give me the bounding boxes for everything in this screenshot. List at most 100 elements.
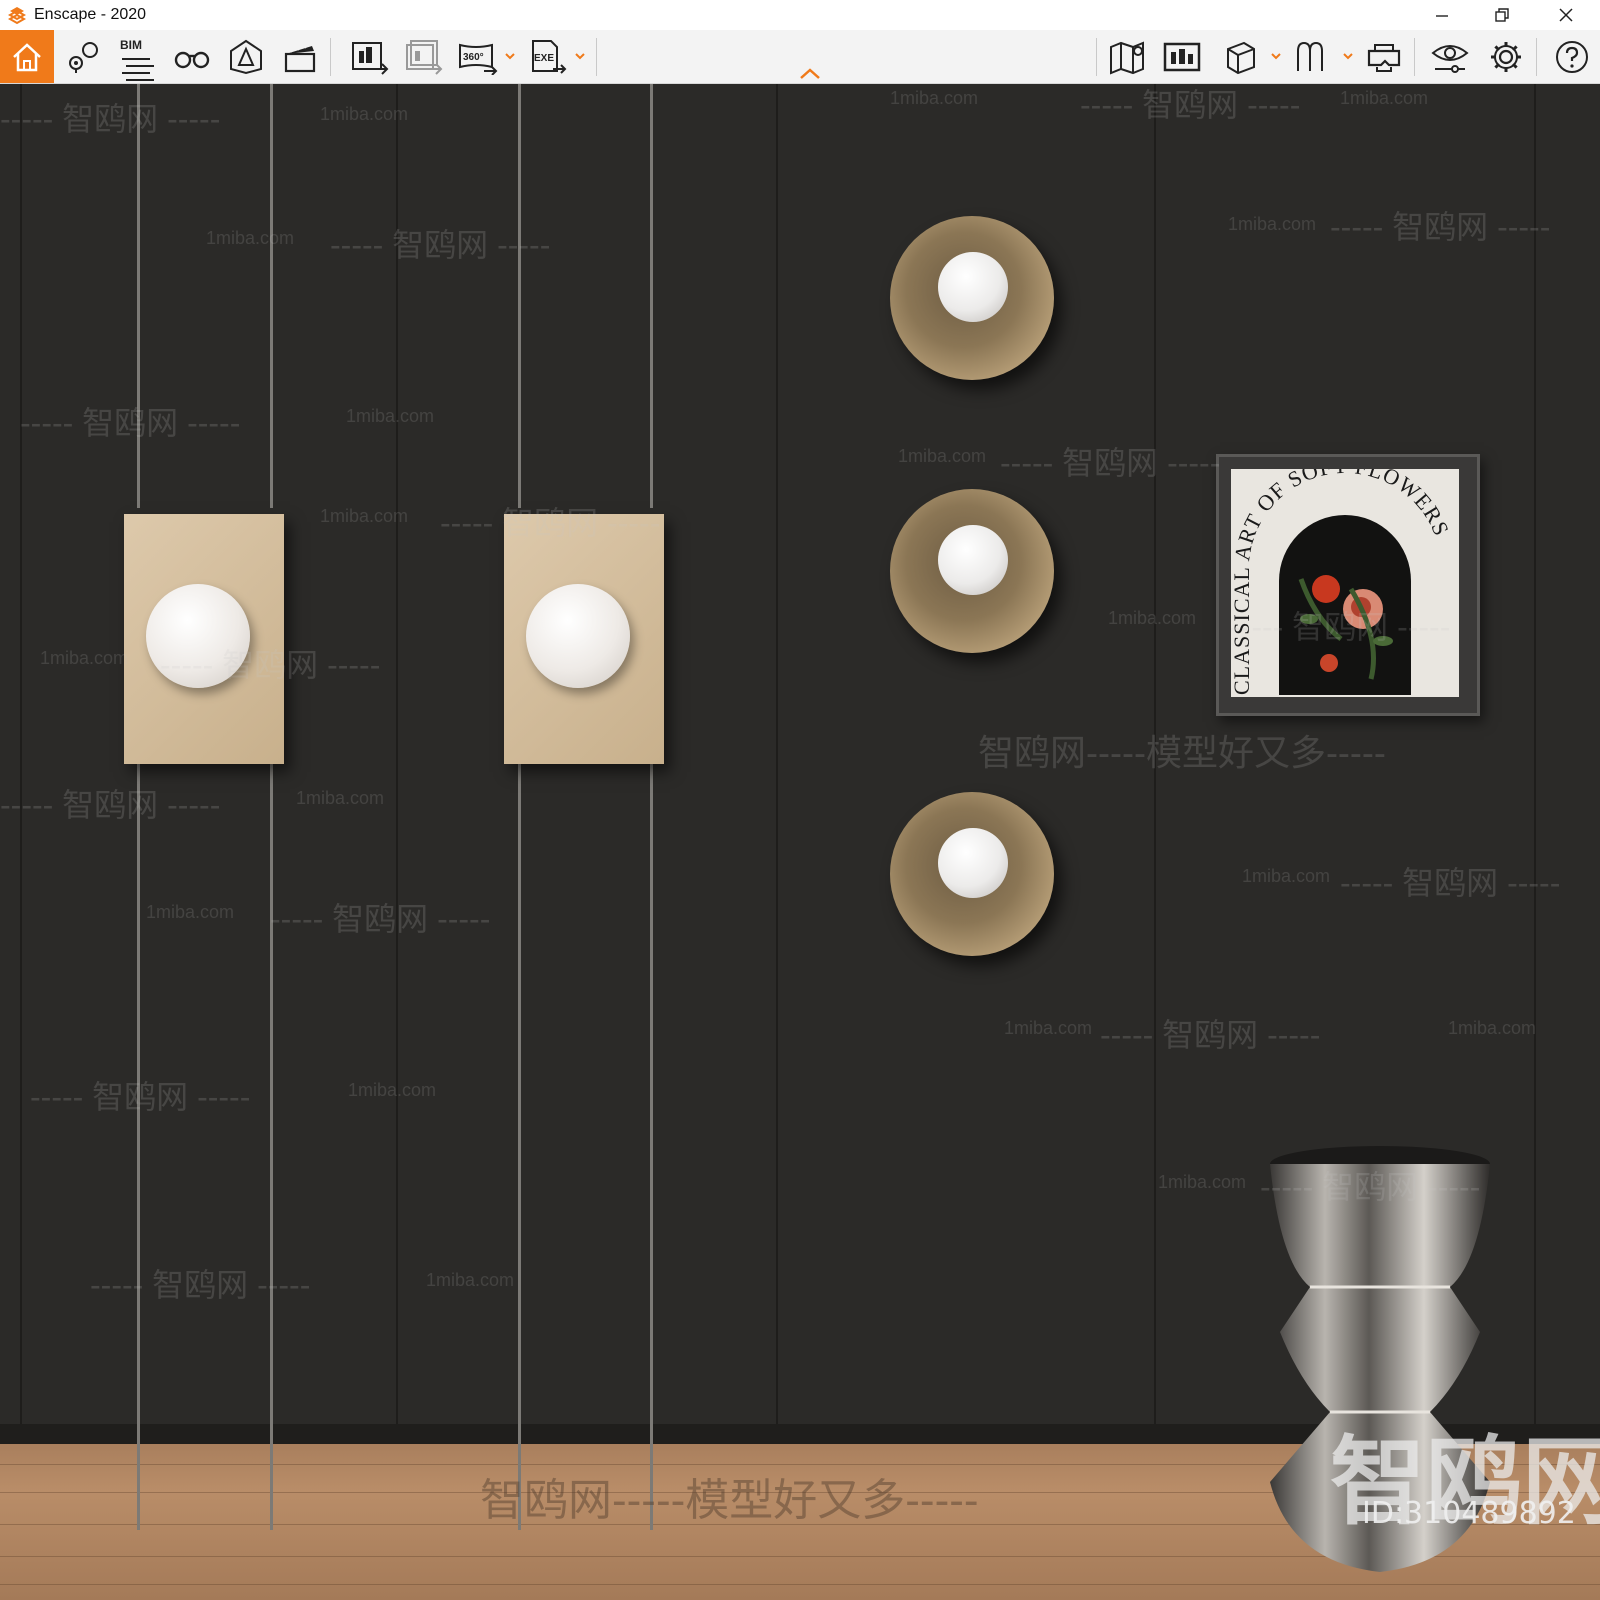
- views-button[interactable]: [62, 30, 106, 83]
- suspension-wire: [518, 764, 521, 1530]
- location-pin-icon: [69, 41, 98, 73]
- minimize-icon: [1436, 15, 1448, 17]
- chevron-down-icon[interactable]: [1270, 50, 1282, 62]
- watermark: ----- 智鸥网 -----: [330, 227, 551, 263]
- help-icon: [1556, 40, 1588, 73]
- batch-render-button[interactable]: [402, 30, 446, 83]
- vr-headset-button[interactable]: [1362, 30, 1406, 83]
- light-view-icon: [230, 39, 262, 74]
- spline-icon: [1297, 41, 1323, 71]
- watermark: ----- 智鸥网 -----: [1260, 1169, 1481, 1205]
- render-viewport[interactable]: CLASSICAL ART OF SOFT FLOWERS ----- 智鸥网 …: [0, 84, 1600, 1600]
- wall-lamp-plate: [124, 514, 284, 764]
- watermark: 1miba.com: [426, 1270, 515, 1290]
- help-button[interactable]: [1550, 30, 1594, 83]
- lamp-globe: [526, 584, 630, 688]
- batch-render-icon: [406, 39, 443, 75]
- binoculars-icon: [174, 51, 210, 68]
- watermark: ----- 智鸥网 -----: [1330, 209, 1551, 245]
- close-icon: [1559, 8, 1573, 22]
- watermark: ----- 智鸥网 -----: [0, 101, 221, 137]
- watermark: ----- 智鸥网 -----: [1100, 1017, 1321, 1053]
- screenshot-gallery-icon: [1163, 42, 1201, 71]
- enscape-logo-icon: [7, 7, 27, 25]
- close-button[interactable]: [1536, 0, 1596, 30]
- toolbar-separator: [1536, 38, 1537, 76]
- panorama-label: 360°: [463, 52, 484, 63]
- watermark: 1miba.com: [898, 446, 987, 466]
- toolbar-separator: [330, 38, 331, 76]
- settings-button[interactable]: [1484, 30, 1528, 83]
- bim-label: BIM: [120, 38, 142, 52]
- gear-icon: [1491, 41, 1521, 72]
- watermark: ----- 智鸥网 -----: [1230, 609, 1451, 645]
- watermark: ----- 智鸥网 -----: [1080, 87, 1301, 123]
- enscape-toolbar: BIM 360° EXE: [0, 30, 1600, 84]
- watermark: ----- 智鸥网 -----: [1340, 865, 1561, 901]
- walk-mode-button[interactable]: [170, 30, 214, 83]
- suspension-wire: [650, 84, 653, 508]
- screenshot-gallery-button[interactable]: [1160, 30, 1204, 83]
- watermark: 1miba.com: [346, 406, 435, 426]
- lamp-globe: [938, 828, 1008, 898]
- round-wall-lamp: [890, 489, 1054, 653]
- exe-label: EXE: [534, 53, 554, 64]
- eye-settings-icon: [1431, 44, 1469, 73]
- watermark: ----- 智鸥网 -----: [30, 1079, 251, 1115]
- export-exe-button[interactable]: EXE: [526, 30, 570, 83]
- map-icon: [1110, 41, 1144, 74]
- watermark: 1miba.com: [40, 648, 129, 668]
- chevron-down-icon[interactable]: [1342, 50, 1354, 62]
- chevron-down-icon[interactable]: [574, 50, 586, 62]
- export-exe-icon: EXE: [532, 39, 567, 74]
- suspension-wire: [518, 84, 521, 508]
- watermark: 1miba.com: [146, 902, 235, 922]
- watermark: 1miba.com: [1108, 608, 1197, 628]
- home-icon: [13, 42, 41, 71]
- suspension-wire: [650, 764, 653, 1530]
- watermark: 1miba.com: [890, 88, 979, 108]
- watermark: 1miba.com: [1340, 88, 1429, 108]
- suspension-wire: [137, 84, 140, 508]
- watermark: 1miba.com: [296, 788, 385, 808]
- wall-lamp-plate: [504, 514, 664, 764]
- suspension-wire: [270, 764, 273, 1530]
- watermark: 1miba.com: [1158, 1172, 1247, 1192]
- minimize-button[interactable]: [1412, 0, 1472, 30]
- watermark: 1miba.com: [320, 104, 409, 124]
- render-image-icon: [352, 41, 389, 75]
- lamp-globe: [938, 525, 1008, 595]
- watermark: 1miba.com: [1242, 866, 1331, 886]
- suspension-wire: [137, 764, 140, 1530]
- toolbar-separator: [1096, 38, 1097, 76]
- restore-icon: [1495, 8, 1509, 22]
- watermark: 1miba.com: [1228, 214, 1317, 234]
- asset-library-button[interactable]: [1218, 30, 1262, 83]
- bim-button[interactable]: BIM: [116, 30, 160, 83]
- panorama-360-icon: 360°: [459, 43, 498, 75]
- visual-settings-button[interactable]: [1428, 30, 1472, 83]
- chevron-up-icon[interactable]: [798, 66, 822, 80]
- map-button[interactable]: [1106, 30, 1150, 83]
- panorama-button[interactable]: 360°: [456, 30, 500, 83]
- home-button[interactable]: [0, 30, 54, 83]
- watermark: ----- 智鸥网 -----: [0, 787, 221, 823]
- wall-panel-joint: [396, 84, 398, 1444]
- watermark: ----- 智鸥网 -----: [1000, 445, 1221, 481]
- round-wall-lamp: [890, 216, 1054, 380]
- watermark: ----- 智鸥网 -----: [90, 1267, 311, 1303]
- restore-button[interactable]: [1472, 0, 1532, 30]
- video-editor-button[interactable]: [278, 30, 322, 83]
- window-title: Enscape - 2020: [34, 6, 147, 23]
- light-view-button[interactable]: [224, 30, 268, 83]
- toolbar-separator: [596, 38, 597, 76]
- watermark: 1miba.com: [1004, 1018, 1093, 1038]
- poster: CLASSICAL ART OF SOFT FLOWERS: [1231, 469, 1459, 697]
- render-image-button[interactable]: [348, 30, 392, 83]
- spline-button[interactable]: [1290, 30, 1334, 83]
- watermark-slogan: 智鸥网-----模型好又多-----: [480, 1476, 979, 1525]
- watermark: 1miba.com: [1448, 1018, 1537, 1038]
- round-wall-lamp: [890, 792, 1054, 956]
- chevron-down-icon[interactable]: [504, 50, 516, 62]
- watermark: 智鸥网-----模型好又多-----: [978, 732, 1386, 773]
